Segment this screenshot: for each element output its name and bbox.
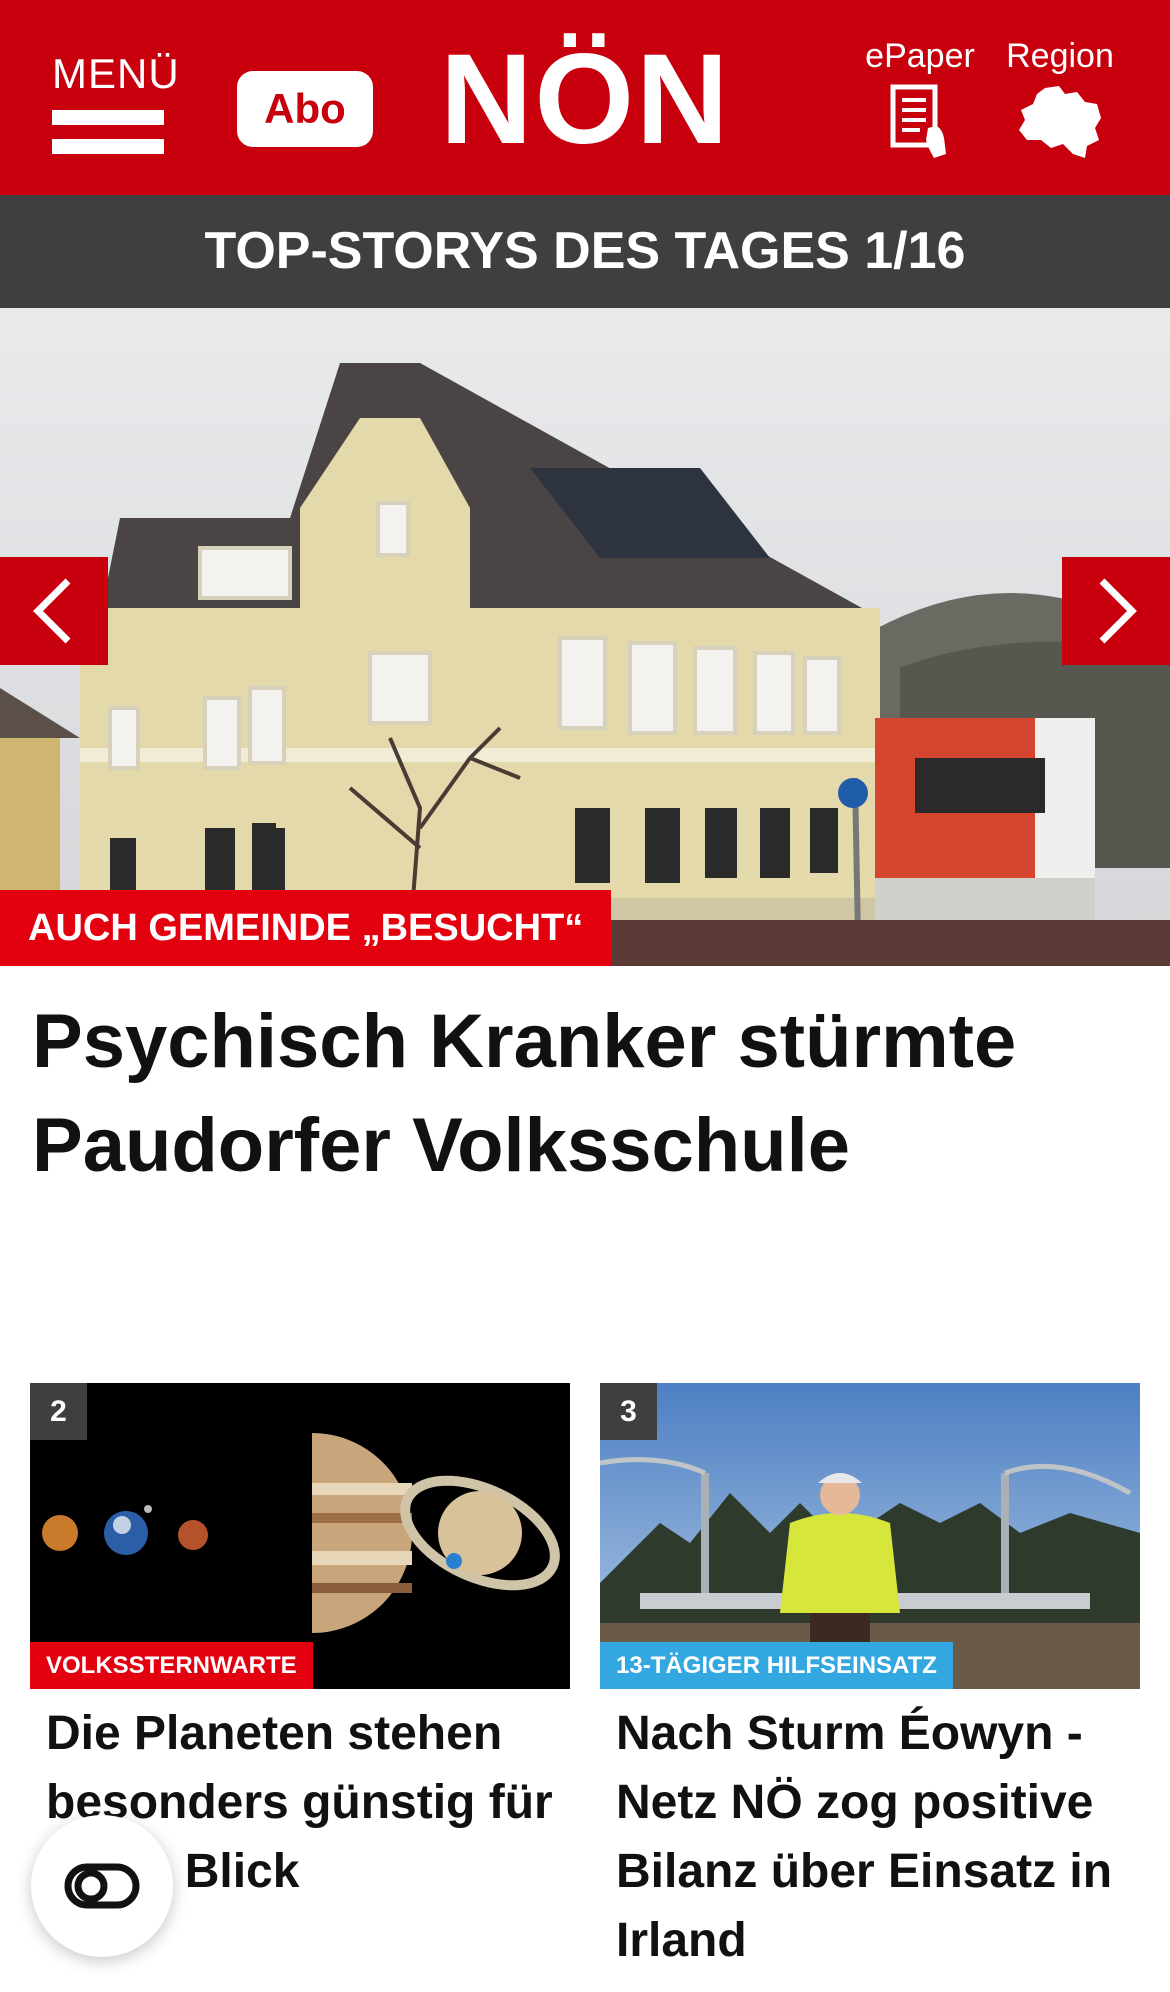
site-header: MENÜ Abo NÖN ePaper Region <box>0 0 1170 195</box>
region-label: Region <box>1006 37 1114 75</box>
story-number-badge: 2 <box>30 1383 87 1440</box>
toggle-icon <box>64 1863 140 1909</box>
epaper-label: ePaper <box>865 37 975 75</box>
epaper-button[interactable]: ePaper <box>862 38 978 160</box>
previous-story-button[interactable] <box>0 557 108 665</box>
story-card[interactable]: 3 13-TÄGIGER HILFSEINSATZ Nach Sturm Éow… <box>600 1383 1140 1975</box>
noen-logo[interactable]: NÖN <box>440 30 730 170</box>
story-card-image[interactable]: 2 VOLKSSTERNWARTE <box>30 1383 570 1689</box>
menu-label: MENÜ <box>52 50 180 97</box>
story-card-image[interactable]: 3 13-TÄGIGER HILFSEINSATZ <box>600 1383 1140 1689</box>
story-category-tag[interactable]: 13-TÄGIGER HILFSEINSATZ <box>600 1642 953 1689</box>
hamburger-icon-bar <box>52 139 164 154</box>
school-building-photo <box>0 308 1170 966</box>
chevron-right-icon <box>1099 578 1137 644</box>
epaper-icon <box>890 84 946 158</box>
top-stories-title: TOP-STORYS DES TAGES 1/16 <box>0 195 1170 308</box>
hamburger-icon <box>52 110 164 125</box>
next-story-button[interactable] <box>1062 557 1170 665</box>
region-button[interactable]: Region <box>1002 38 1118 160</box>
settings-toggle-button[interactable] <box>31 1815 173 1957</box>
hero-headline[interactable]: Psychisch Kranker stürmte Paudorfer Volk… <box>32 990 1132 1198</box>
story-category-tag[interactable]: VOLKSSTERNWARTE <box>30 1642 313 1689</box>
menu-button[interactable]: MENÜ <box>52 50 180 154</box>
abo-button[interactable]: Abo <box>237 71 373 147</box>
chevron-left-icon <box>33 578 71 644</box>
lower-austria-map-icon <box>1019 86 1101 158</box>
hero-image[interactable] <box>0 308 1170 966</box>
story-headline[interactable]: Nach Sturm Éowyn - Netz NÖ zog positive … <box>600 1699 1140 1975</box>
story-number-badge: 3 <box>600 1383 657 1440</box>
hero-category-tag[interactable]: AUCH GEMEINDE „BESUCHT“ <box>0 890 612 966</box>
